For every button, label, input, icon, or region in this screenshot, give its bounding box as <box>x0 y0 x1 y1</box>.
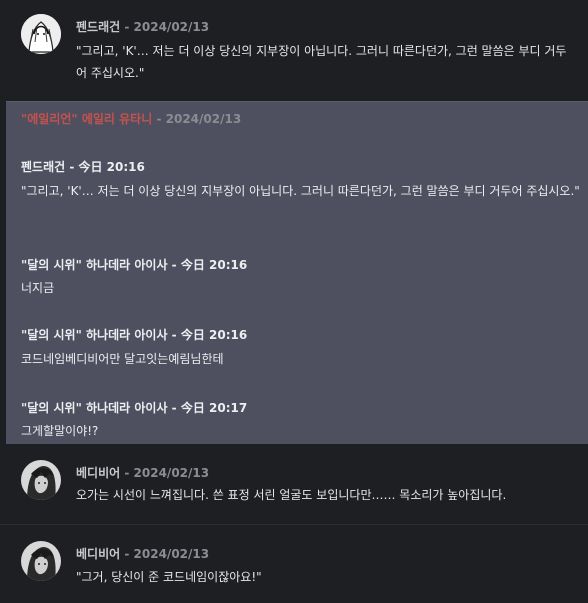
bedivere-avatar[interactable] <box>21 460 61 500</box>
author-name[interactable]: 펜드래건 <box>76 20 120 34</box>
embed-entry-text: 그게할말이야!? <box>21 424 99 438</box>
message-meta: 베디비어 - 2024/02/13 <box>76 464 209 481</box>
embed-date-sep: - <box>156 112 166 126</box>
message-text: "그거, 당신이 준 코드네임이잖아요!" <box>76 570 262 584</box>
pendragon-avatar-icon <box>21 14 61 54</box>
embed-date: 2024/02/13 <box>165 112 242 126</box>
bedivere-avatar-icon <box>21 541 61 581</box>
bedivere-avatar-icon <box>21 460 61 500</box>
embed-entry-text: 너지금 <box>21 281 55 295</box>
message-text: "그리고, 'K'… 저는 더 이상 당신의 지부장이 아닙니다. 그러니 따른… <box>76 44 567 80</box>
pendragon-avatar[interactable] <box>21 14 61 54</box>
message-meta: 베디비어 - 2024/02/13 <box>76 545 209 562</box>
message-text: 오가는 시선이 느껴집니다. 쓴 표정 서린 얼굴도 보입니다만…… 목소리가 … <box>76 488 507 502</box>
embed-entry-header: 펜드래건 - 今日 20:16 <box>21 160 145 174</box>
embed-title: "에일리언" 에일리 유타니 - 2024/02/13 <box>21 110 241 127</box>
embed-author[interactable]: "에일리언" 에일리 유타니 <box>21 112 152 126</box>
divider <box>0 524 588 525</box>
quoted-embed: "에일리언" 에일리 유타니 - 2024/02/13 펜드래건 - 今日 20… <box>6 101 588 444</box>
author-name[interactable]: 베디비어 <box>76 547 120 561</box>
message-2: 베디비어 - 2024/02/13 오가는 시선이 느껴집니다. 쓴 표정 서린… <box>0 450 588 522</box>
embed-entry-header: "달의 시위" 하나데라 아이사 - 今日 20:17 <box>21 401 248 415</box>
date-separator: - <box>124 466 134 480</box>
message-1: 펜드래건 - 2024/02/13 "그리고, 'K'… 저는 더 이상 당신의… <box>0 0 588 100</box>
embed-entry-header: "달의 시위" 하나데라 아이사 - 今日 20:16 <box>21 258 248 272</box>
date-separator: - <box>124 20 134 34</box>
date-separator: - <box>124 547 134 561</box>
message-meta: 펜드래건 - 2024/02/13 <box>76 18 209 35</box>
embed-entry-text: "그리고, 'K'… 저는 더 이상 당신의 지부장이 아닙니다. 그러니 따른… <box>21 184 580 198</box>
embed-entry-header: "달의 시위" 하나데라 아이사 - 今日 20:16 <box>21 328 248 342</box>
embed-entry-text: 코드네임베디비어만 달고잇는예림님한테 <box>21 352 224 366</box>
timestamp: 2024/02/13 <box>133 20 210 34</box>
author-name[interactable]: 베디비어 <box>76 466 120 480</box>
timestamp: 2024/02/13 <box>133 466 210 480</box>
timestamp: 2024/02/13 <box>133 547 210 561</box>
bedivere-avatar[interactable] <box>21 541 61 581</box>
message-3: 베디비어 - 2024/02/13 "그거, 당신이 준 코드네임이잖아요!" <box>0 530 588 603</box>
